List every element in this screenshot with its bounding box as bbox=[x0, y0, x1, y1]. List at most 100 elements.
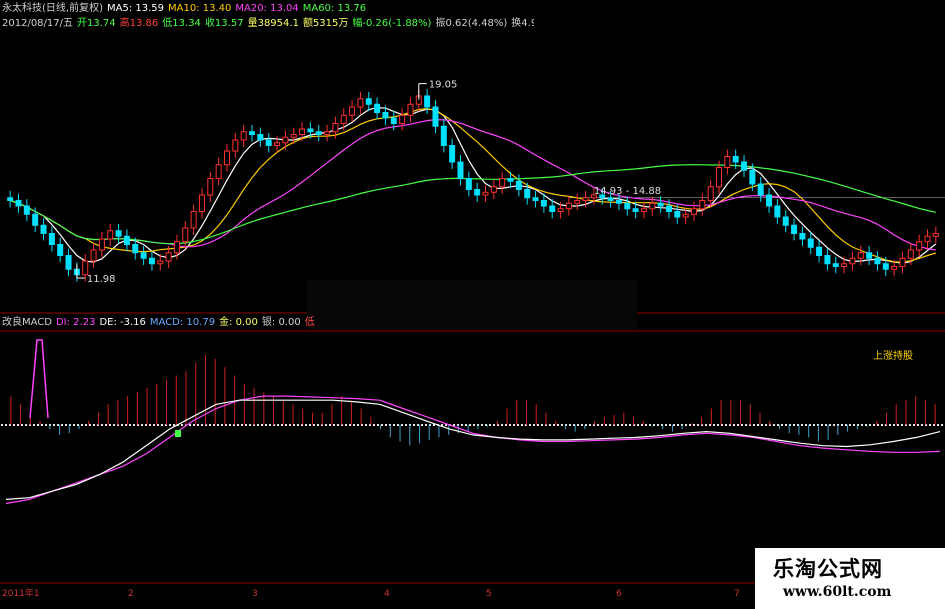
zero-line-dot bbox=[872, 423, 876, 427]
candle-body bbox=[223, 150, 230, 166]
candle-body bbox=[757, 183, 764, 196]
zero-line-dot bbox=[656, 423, 660, 427]
candle-body bbox=[249, 131, 256, 135]
candle-body bbox=[107, 230, 114, 240]
candle-body bbox=[882, 263, 889, 270]
zero-line-dot bbox=[364, 423, 368, 427]
zero-line-dot bbox=[296, 423, 300, 427]
zero-line-dot bbox=[228, 423, 232, 427]
candle-body bbox=[741, 161, 748, 171]
zero-line-dot bbox=[608, 423, 612, 427]
zero-line-dot bbox=[756, 423, 760, 427]
zero-line-dot bbox=[760, 423, 764, 427]
candle-body bbox=[198, 194, 205, 212]
candle-body bbox=[799, 233, 806, 240]
zero-line-dot bbox=[100, 423, 104, 427]
signal-label: 上涨持股 bbox=[873, 351, 913, 362]
high-price-label: 19.05 bbox=[429, 80, 458, 91]
candle-body bbox=[924, 235, 931, 243]
zero-line-dot bbox=[132, 423, 136, 427]
zero-line-dot bbox=[776, 423, 780, 427]
zero-line-dot bbox=[940, 423, 944, 427]
zero-line-dot bbox=[736, 423, 740, 427]
zero-line-dot bbox=[552, 423, 556, 427]
zero-line-dot bbox=[712, 423, 716, 427]
zero-line-dot bbox=[568, 423, 572, 427]
candle-body bbox=[791, 224, 798, 234]
candle-body bbox=[899, 257, 906, 267]
candle-body bbox=[532, 197, 539, 201]
zero-line-dot bbox=[256, 423, 260, 427]
zero-line-dot bbox=[412, 423, 416, 427]
zero-line-dot bbox=[112, 423, 116, 427]
candle-body bbox=[23, 205, 30, 215]
candle-body bbox=[48, 233, 55, 245]
candle-body bbox=[365, 98, 372, 105]
zero-line-dot bbox=[36, 423, 40, 427]
zero-line-dot bbox=[792, 423, 796, 427]
zero-line-dot bbox=[928, 423, 932, 427]
candle-body bbox=[349, 106, 356, 116]
candle-body bbox=[432, 106, 439, 127]
candle-body bbox=[299, 128, 306, 135]
candle-body bbox=[932, 233, 939, 237]
zero-line-dot bbox=[200, 423, 204, 427]
candle-body bbox=[707, 186, 714, 201]
zero-line-dot bbox=[268, 423, 272, 427]
candle-body bbox=[457, 161, 464, 179]
candle-body bbox=[382, 112, 389, 119]
zero-line-dot bbox=[764, 423, 768, 427]
zero-line-dot bbox=[804, 423, 808, 427]
zero-line-dot bbox=[492, 423, 496, 427]
candle-body bbox=[582, 197, 589, 201]
zero-line-dot bbox=[356, 423, 360, 427]
zero-line-dot bbox=[812, 423, 816, 427]
candle-body bbox=[766, 194, 773, 207]
candle-body bbox=[215, 164, 222, 179]
zero-line-dot bbox=[708, 423, 712, 427]
zero-line-dot bbox=[752, 423, 756, 427]
zero-line-dot bbox=[40, 423, 44, 427]
zero-line-dot bbox=[920, 423, 924, 427]
zero-line-dot bbox=[20, 423, 24, 427]
zero-line-dot bbox=[512, 423, 516, 427]
zero-line-dot bbox=[304, 423, 308, 427]
candle-body bbox=[816, 246, 823, 256]
candle-body bbox=[90, 249, 97, 262]
time-axis-label: 4 bbox=[384, 589, 390, 599]
zero-line-dot bbox=[32, 423, 36, 427]
zero-line-dot bbox=[44, 423, 48, 427]
zero-line-dot bbox=[672, 423, 676, 427]
zero-line-dot bbox=[668, 423, 672, 427]
zero-line-dot bbox=[692, 423, 696, 427]
candle-body bbox=[65, 255, 72, 270]
zero-line-dot bbox=[352, 423, 356, 427]
candle-body bbox=[240, 131, 247, 141]
zero-line-dot bbox=[636, 423, 640, 427]
candle-body bbox=[866, 252, 873, 259]
candle-body bbox=[173, 241, 180, 254]
zero-line-dot bbox=[500, 423, 504, 427]
candle-body bbox=[507, 178, 514, 182]
zero-line-dot bbox=[472, 423, 476, 427]
zero-line-dot bbox=[576, 423, 580, 427]
zero-line-dot bbox=[580, 423, 584, 427]
zero-line-dot bbox=[508, 423, 512, 427]
candle-body bbox=[624, 202, 631, 210]
time-axis-label: 7 bbox=[734, 589, 740, 599]
zero-line-dot bbox=[744, 423, 748, 427]
zero-line-dot bbox=[316, 423, 320, 427]
zero-line-dot bbox=[628, 423, 632, 427]
zero-line-dot bbox=[540, 423, 544, 427]
zero-line-dot bbox=[4, 423, 8, 427]
zero-line-dot bbox=[140, 423, 144, 427]
zero-line-dot bbox=[380, 423, 384, 427]
zero-line-dot bbox=[108, 423, 112, 427]
candle-body bbox=[524, 189, 531, 199]
candle-body bbox=[407, 103, 414, 116]
zero-line-dot bbox=[180, 423, 184, 427]
zero-line-dot bbox=[192, 423, 196, 427]
zero-line-dot bbox=[520, 423, 524, 427]
candle-body bbox=[682, 213, 689, 218]
zero-line-dot bbox=[548, 423, 552, 427]
